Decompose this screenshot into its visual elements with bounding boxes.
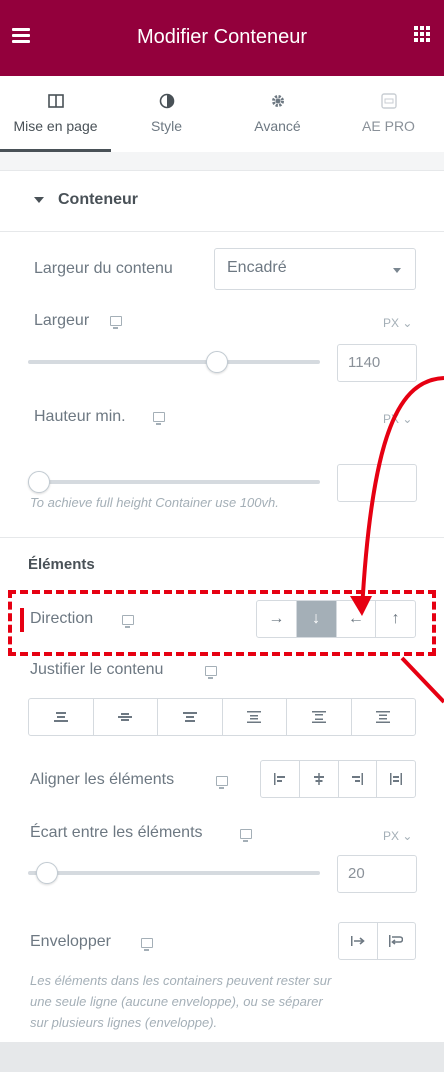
gap-label: Écart entre les éléments (30, 824, 203, 841)
widgets-grid-icon[interactable] (414, 26, 430, 42)
chevron-down-icon (393, 268, 401, 273)
contrast-icon (159, 93, 174, 109)
wrap-hint: Les éléments dans les containers peuvent… (30, 970, 420, 1033)
gear-icon (271, 95, 284, 107)
min-height-label: Hauteur min. (34, 408, 126, 425)
tab-label: Style (150, 118, 183, 134)
no-wrap-button[interactable] (339, 923, 378, 959)
hint-line: sur plusieurs lignes (enveloppe). (30, 1015, 218, 1030)
hint-line: Les éléments dans les containers peuvent… (30, 973, 332, 988)
ae-pro-icon (380, 93, 397, 109)
justify-start-icon (53, 712, 68, 722)
gap-slider[interactable] (28, 862, 320, 884)
panel-tabs: Mise en page Style Avancé AE PRO (0, 76, 444, 152)
panel-title: Modifier Conteneur (136, 26, 308, 48)
align-center-icon (313, 773, 324, 785)
width-input[interactable]: 1140 (337, 344, 417, 382)
align-stretch-icon (390, 773, 403, 785)
tab-style[interactable]: Style (111, 76, 222, 152)
align-start-icon (273, 773, 285, 785)
wrap-icon (389, 935, 404, 947)
align-label: Aligner les éléments (30, 771, 175, 788)
justify-center-icon (118, 713, 133, 721)
wrap-button[interactable] (378, 923, 416, 959)
justify-button-group (28, 698, 416, 736)
gap-unit-select[interactable]: PX ⌄ (383, 829, 412, 843)
unit-label: PX (383, 412, 400, 426)
justify-end-icon (182, 712, 197, 722)
wrap-button-group (338, 922, 416, 960)
space-around-icon (311, 711, 326, 723)
tab-layout[interactable]: Mise en page (0, 76, 111, 152)
justify-center-button[interactable] (94, 699, 158, 735)
align-end-icon (352, 773, 364, 785)
align-button-group (260, 760, 416, 798)
align-start-button[interactable] (261, 761, 300, 797)
elements-group-title: Éléments (28, 556, 95, 573)
editor-header: Modifier Conteneur (0, 0, 444, 76)
monitor-icon[interactable] (153, 412, 165, 425)
section-title: Conteneur (58, 191, 138, 208)
slider-handle[interactable] (36, 862, 59, 884)
min-height-slider[interactable] (28, 471, 320, 493)
unit-label: PX (383, 829, 400, 843)
tab-label: Mise en page (13, 118, 98, 134)
section-toggle-container[interactable]: Conteneur (0, 170, 444, 232)
space-between-icon (247, 711, 262, 723)
justify-space-between-button[interactable] (223, 699, 287, 735)
min-height-hint: To achieve full height Container use 100… (30, 495, 279, 510)
width-unit-select[interactable]: PX ⌄ (383, 316, 412, 330)
width-slider[interactable] (28, 351, 320, 373)
justify-start-button[interactable] (29, 699, 94, 735)
justify-space-around-button[interactable] (287, 699, 352, 735)
min-height-unit-select[interactable]: PX ⌄ (383, 412, 412, 426)
monitor-icon[interactable] (141, 938, 153, 951)
hint-line: une seule ligne (aucune enveloppe), ou s… (30, 994, 323, 1009)
monitor-icon[interactable] (205, 666, 217, 679)
justify-space-evenly-button[interactable] (352, 699, 416, 735)
justify-label: Justifier le contenu (30, 661, 164, 678)
space-evenly-icon (376, 711, 391, 723)
tab-label: Avancé (254, 118, 301, 134)
align-stretch-button[interactable] (377, 761, 415, 797)
monitor-icon[interactable] (110, 316, 122, 329)
highlight-marker (20, 608, 24, 632)
divider (0, 537, 444, 538)
align-center-button[interactable] (300, 761, 339, 797)
content-width-label: Largeur du contenu (34, 260, 173, 277)
justify-end-button[interactable] (158, 699, 223, 735)
direction-highlight-box (8, 590, 436, 656)
slider-handle[interactable] (28, 471, 50, 493)
tab-label: AE PRO (362, 118, 415, 134)
no-wrap-icon (350, 936, 365, 946)
monitor-icon[interactable] (240, 829, 252, 842)
align-end-button[interactable] (339, 761, 378, 797)
wrap-label: Envelopper (30, 933, 111, 950)
tab-ae-pro[interactable]: AE PRO (333, 76, 444, 152)
panel-footer (0, 1042, 444, 1072)
content-width-select[interactable]: Encadré (214, 248, 416, 290)
select-value: Encadré (227, 259, 287, 276)
width-label: Largeur (34, 312, 90, 329)
layout-icon (47, 94, 64, 108)
caret-down-icon (34, 197, 44, 203)
tab-advanced[interactable]: Avancé (222, 76, 333, 152)
monitor-icon[interactable] (216, 776, 228, 789)
gap-input[interactable]: 20 (337, 855, 417, 893)
unit-label: PX (383, 316, 400, 330)
